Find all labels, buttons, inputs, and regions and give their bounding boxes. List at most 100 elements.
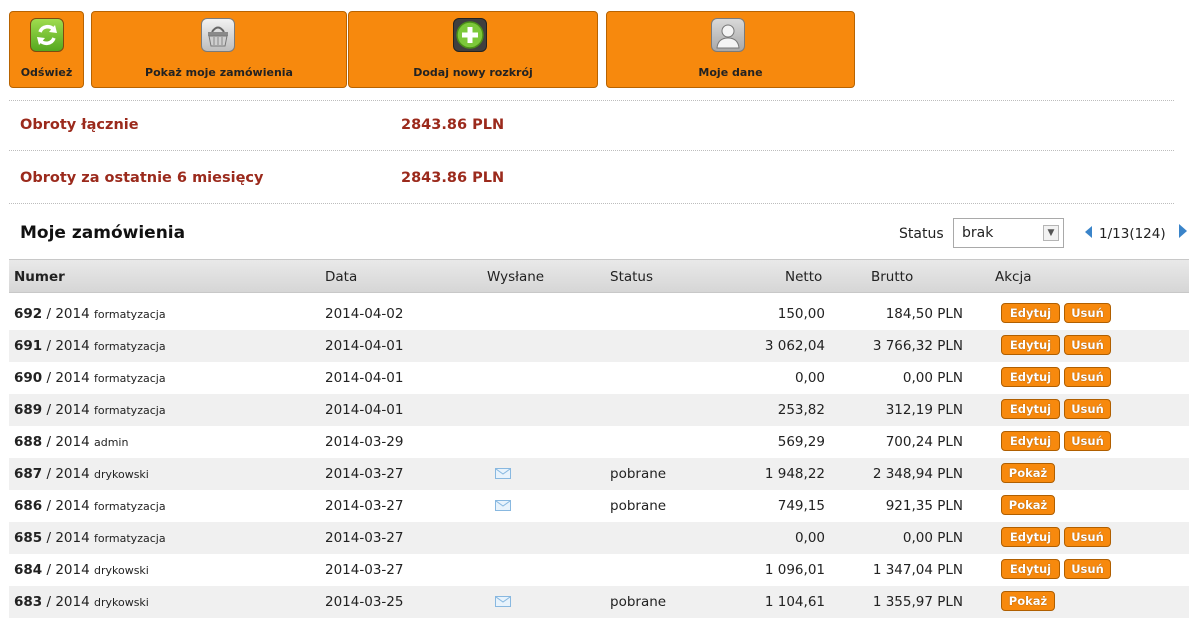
delete-button[interactable]: Usuń (1064, 559, 1111, 579)
order-number: 683 (14, 594, 43, 610)
total-turnover-label: Obroty łącznie (20, 117, 139, 133)
column-header-sent[interactable]: Wysłane (487, 269, 544, 285)
column-header-brutto[interactable]: Brutto (871, 269, 913, 285)
delete-button[interactable]: Usuń (1064, 303, 1111, 323)
divider (9, 150, 1174, 151)
refresh-button[interactable]: Odśwież (9, 11, 84, 88)
prev-page-icon[interactable] (1085, 226, 1092, 238)
order-status: pobrane (610, 594, 667, 610)
status-filter-value: brak (962, 225, 994, 241)
edit-button[interactable]: Edytuj (1001, 367, 1060, 387)
edit-button[interactable]: Edytuj (1001, 335, 1060, 355)
order-user: drykowski (93, 596, 149, 609)
column-header-number[interactable]: Numer (14, 269, 65, 285)
order-number-cell: 690 / 2014 formatyzacja (14, 370, 166, 386)
order-user: drykowski (93, 564, 149, 577)
order-year: / 2014 (46, 306, 90, 322)
order-user: admin (93, 436, 129, 449)
order-user: formatyzacja (93, 532, 166, 545)
edit-button[interactable]: Edytuj (1001, 431, 1060, 451)
order-number-cell: 692 / 2014 formatyzacja (14, 306, 166, 322)
my-data-button[interactable]: Moje dane (606, 11, 855, 88)
order-date: 2014-03-25 (325, 594, 404, 610)
order-netto: 1 096,01 (764, 562, 825, 578)
delete-button[interactable]: Usuń (1064, 527, 1111, 547)
order-user: formatyzacja (93, 308, 166, 321)
order-date: 2014-03-27 (325, 498, 404, 514)
status-filter-select[interactable]: brak ▼ (953, 218, 1064, 248)
order-date: 2014-03-27 (325, 530, 404, 546)
column-header-date[interactable]: Data (325, 269, 357, 285)
delete-button[interactable]: Usuń (1064, 431, 1111, 451)
order-date: 2014-04-02 (325, 306, 404, 322)
envelope-icon (495, 596, 511, 607)
delete-button[interactable]: Usuń (1064, 335, 1111, 355)
order-number: 689 (14, 402, 43, 418)
order-brutto: 700,24 PLN (885, 434, 963, 450)
order-number: 687 (14, 466, 43, 482)
edit-button[interactable]: Edytuj (1001, 559, 1060, 579)
order-netto: 0,00 (794, 370, 825, 386)
order-number: 685 (14, 530, 43, 546)
divider (9, 203, 1174, 204)
order-brutto: 3 766,32 PLN (872, 338, 963, 354)
add-cut-label: Dodaj nowy rozkrój (413, 66, 533, 79)
order-brutto: 921,35 PLN (885, 498, 963, 514)
column-header-action: Akcja (995, 269, 1032, 285)
order-number: 690 (14, 370, 43, 386)
divider (9, 100, 1174, 101)
order-number-cell: 685 / 2014 formatyzacja (14, 530, 166, 546)
order-number: 686 (14, 498, 43, 514)
order-number: 691 (14, 338, 43, 354)
order-brutto: 0,00 PLN (902, 530, 963, 546)
order-date: 2014-04-01 (325, 338, 404, 354)
chevron-down-icon: ▼ (1043, 225, 1059, 241)
column-header-status[interactable]: Status (610, 269, 653, 285)
order-year: / 2014 (46, 434, 90, 450)
order-number: 692 (14, 306, 43, 322)
column-header-netto[interactable]: Netto (785, 269, 822, 285)
show-button[interactable]: Pokaż (1001, 591, 1055, 611)
order-netto: 150,00 (777, 306, 825, 322)
status-filter-label: Status (899, 226, 944, 242)
table-row: 690 / 2014 formatyzacja 2014-04-01 0,00 0,0… (9, 362, 1189, 394)
add-cut-button[interactable]: Dodaj nowy rozkrój (348, 11, 598, 88)
total-turnover-value: 2843.86 PLN (401, 117, 505, 133)
order-year: / 2014 (46, 466, 90, 482)
order-year: / 2014 (46, 530, 90, 546)
delete-button[interactable]: Usuń (1064, 367, 1111, 387)
order-number: 688 (14, 434, 43, 450)
order-date: 2014-04-01 (325, 370, 404, 386)
order-date: 2014-03-27 (325, 562, 404, 578)
edit-button[interactable]: Edytuj (1001, 399, 1060, 419)
orders-section-title: Moje zamówienia (20, 223, 186, 243)
show-orders-button[interactable]: Pokaż moje zamówienia (91, 11, 347, 88)
table-row: 686 / 2014 formatyzacja 2014-03-27 pobrane… (9, 490, 1189, 522)
order-netto: 569,29 (777, 434, 825, 450)
order-user: formatyzacja (93, 340, 166, 353)
order-user: formatyzacja (93, 500, 166, 513)
order-number-cell: 686 / 2014 formatyzacja (14, 498, 166, 514)
show-button[interactable]: Pokaż (1001, 463, 1055, 483)
edit-button[interactable]: Edytuj (1001, 303, 1060, 323)
order-brutto: 1 347,04 PLN (872, 562, 963, 578)
table-row: 684 / 2014 drykowski 2014-03-27 1 096,01 1 … (9, 554, 1189, 586)
envelope-icon (495, 500, 511, 511)
plus-icon (453, 18, 487, 52)
order-brutto: 1 355,97 PLN (872, 594, 963, 610)
envelope-icon (495, 468, 511, 479)
order-netto: 3 062,04 (764, 338, 825, 354)
order-user: drykowski (93, 468, 149, 481)
order-number-cell: 689 / 2014 formatyzacja (14, 402, 166, 418)
order-number-cell: 688 / 2014 admin (14, 434, 128, 450)
delete-button[interactable]: Usuń (1064, 399, 1111, 419)
order-year: / 2014 (46, 498, 90, 514)
show-button[interactable]: Pokaż (1001, 495, 1055, 515)
next-page-icon[interactable] (1179, 224, 1187, 238)
order-number-cell: 691 / 2014 formatyzacja (14, 338, 166, 354)
edit-button[interactable]: Edytuj (1001, 527, 1060, 547)
order-brutto: 0,00 PLN (902, 370, 963, 386)
pager-text: 1/13(124) (1099, 226, 1166, 242)
order-status: pobrane (610, 498, 667, 514)
order-netto: 1 948,22 (764, 466, 825, 482)
